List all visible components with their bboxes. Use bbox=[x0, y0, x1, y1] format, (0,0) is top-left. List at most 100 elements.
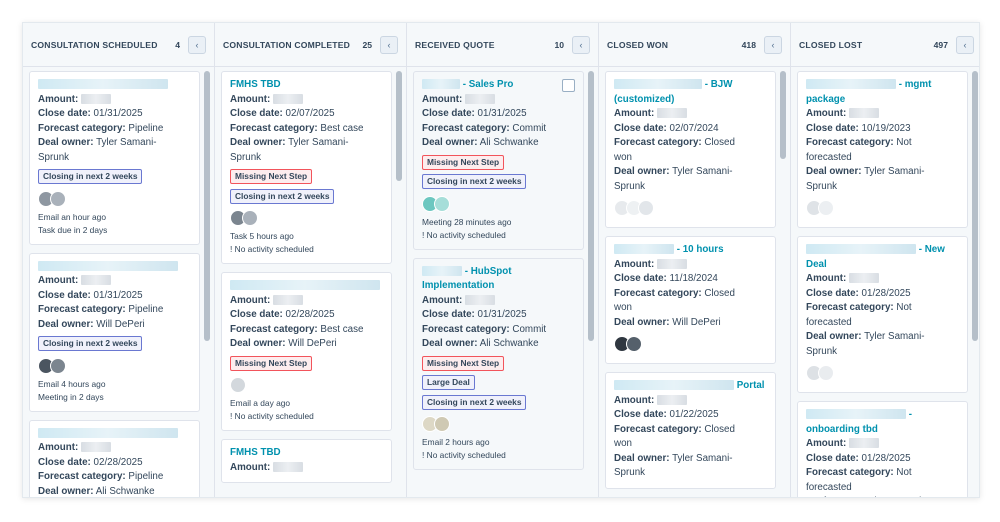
avatar[interactable] bbox=[626, 336, 642, 352]
avatar[interactable] bbox=[50, 357, 66, 374]
deal-name-link[interactable]: - 10 hours bbox=[614, 243, 768, 258]
deal-owner-value: Ali Schwanke bbox=[479, 137, 539, 148]
deal-name-text[interactable]: - Sales Pro bbox=[463, 79, 514, 90]
deal-owner: Deal owner: Ali Schwanke bbox=[422, 337, 576, 352]
collapse-column-button[interactable]: ‹ bbox=[188, 35, 206, 54]
deal-card[interactable]: - 10 hours Amount: Close date: 11/18/2024… bbox=[605, 236, 776, 364]
deal-name-link[interactable]: Portal bbox=[614, 379, 768, 394]
deal-name-text[interactable]: Portal bbox=[737, 380, 765, 391]
deal-owner-value: Sprunk bbox=[614, 467, 646, 478]
forecast-category-label: Forecast category: bbox=[230, 323, 318, 335]
forecast-category-label: Forecast category: bbox=[422, 122, 510, 134]
associated-contacts bbox=[422, 416, 576, 432]
close-date-row: Close date: 01/31/2025 bbox=[38, 289, 192, 304]
avatar[interactable] bbox=[434, 195, 450, 212]
deal-name-link[interactable]: - Sales Pro bbox=[422, 78, 576, 93]
deal-card[interactable]: Amount: Close date: 01/31/2025 Forecast c… bbox=[29, 71, 200, 245]
column-scrollbar[interactable] bbox=[780, 71, 786, 159]
pipeline-column: CONSULTATION COMPLETED 25 ‹ FMHS TBD Amount:… bbox=[215, 23, 407, 497]
redacted-text bbox=[422, 79, 460, 90]
deal-name-link[interactable] bbox=[38, 78, 192, 93]
column-scrollbar[interactable] bbox=[396, 71, 402, 181]
deal-name-link[interactable]: - onboarding tbd bbox=[806, 408, 960, 437]
activity-line: Task 5 hours ago bbox=[230, 231, 294, 241]
deal-card[interactable]: - New Deal Amount: Close date: 01/28/2025… bbox=[797, 236, 968, 393]
deal-name-link[interactable] bbox=[38, 427, 192, 442]
forecast-category-label: Forecast category: bbox=[614, 137, 702, 148]
deal-card[interactable]: FMHS TBD Amount: Close date: 02/07/2025 Fo… bbox=[221, 71, 392, 264]
deal-card[interactable]: Amount: Close date: 02/28/2025 Forecast c… bbox=[29, 419, 200, 497]
deal-card[interactable]: - Sales Pro Amount: Close date: 01/31/202… bbox=[413, 71, 584, 250]
close-date-row: Close date: 01/31/2025 bbox=[422, 308, 576, 323]
amount-row: Amount: bbox=[230, 294, 384, 309]
deal-owner-value: Tyler Samani- bbox=[864, 331, 925, 342]
deal-owner-label: Deal owner: bbox=[614, 452, 670, 464]
close-date-value: 01/22/2025 bbox=[669, 409, 719, 420]
deal-name-link[interactable] bbox=[38, 260, 192, 275]
deal-card[interactable]: - BJW (customized) Amount: Close date: 02… bbox=[605, 71, 776, 228]
deal-name-link[interactable]: - mgmt package bbox=[806, 78, 960, 107]
deal-name-text[interactable]: - 10 hours bbox=[677, 244, 724, 255]
deal-name-text[interactable]: FMHS TBD bbox=[230, 79, 281, 90]
select-deal-checkbox[interactable] bbox=[562, 79, 575, 92]
avatar[interactable] bbox=[818, 200, 834, 216]
forecast-category-value: won bbox=[614, 302, 632, 313]
forecast-category-label: Forecast category: bbox=[806, 467, 894, 478]
avatar[interactable] bbox=[434, 416, 450, 432]
deal-tag: Closing in next 2 weeks bbox=[38, 336, 143, 351]
avatar[interactable] bbox=[50, 190, 66, 207]
deal-name-link[interactable]: FMHS TBD bbox=[230, 78, 384, 93]
collapse-column-button[interactable]: ‹ bbox=[380, 35, 398, 54]
redacted-text bbox=[614, 244, 674, 255]
avatar[interactable] bbox=[638, 200, 654, 216]
collapse-column-button[interactable]: ‹ bbox=[764, 35, 782, 54]
deal-owner-value: Sprunk bbox=[38, 151, 70, 163]
collapse-column-button[interactable]: ‹ bbox=[956, 35, 974, 54]
deal-name-text[interactable]: FMHS TBD bbox=[230, 447, 281, 458]
deal-owner-value: Tyler Samani- bbox=[288, 137, 349, 148]
avatar[interactable] bbox=[230, 377, 246, 393]
forecast-category-label: Forecast category: bbox=[38, 471, 126, 482]
amount-row: Amount: bbox=[614, 258, 768, 273]
deal-name-link[interactable]: - New Deal bbox=[806, 243, 960, 272]
deal-card[interactable]: - onboarding tbd Amount: Close date: 01/2… bbox=[797, 401, 968, 497]
column-scrollbar[interactable] bbox=[204, 71, 210, 341]
column-scrollbar[interactable] bbox=[972, 71, 978, 341]
close-date-value: 01/31/2025 bbox=[477, 309, 527, 320]
deal-card[interactable]: - HubSpot Implementation Amount: Close da… bbox=[413, 257, 584, 470]
deal-name-link[interactable]: FMHS TBD bbox=[230, 446, 384, 461]
deal-owner-value: Sprunk bbox=[806, 345, 838, 357]
deal-card[interactable]: Amount: Close date: 02/28/2025 Forecast c… bbox=[221, 272, 392, 431]
deal-card[interactable]: - mgmt package Amount: Close date: 10/19/… bbox=[797, 71, 968, 228]
column-cards: FMHS TBD Amount: Close date: 02/07/2025 Fo… bbox=[221, 71, 392, 497]
deal-card[interactable]: Amount: Close date: 01/31/2025 Forecast c… bbox=[29, 252, 200, 412]
redacted-text bbox=[849, 273, 879, 284]
deal-owner-value: Ali Schwanke bbox=[95, 485, 155, 497]
deal-name-link[interactable] bbox=[230, 279, 384, 294]
column-header: CONSULTATION COMPLETED 25 ‹ bbox=[215, 23, 406, 67]
deal-name-link[interactable]: - BJW (customized) bbox=[614, 78, 768, 107]
deal-owner-value: Will DePeri bbox=[96, 318, 145, 330]
close-date-label: Close date: bbox=[422, 108, 475, 119]
collapse-column-button[interactable]: ‹ bbox=[572, 35, 590, 54]
avatar[interactable] bbox=[818, 365, 834, 381]
deal-card[interactable]: FMHS TBD Amount: bbox=[221, 439, 392, 483]
forecast-category-value: Closed bbox=[704, 287, 735, 299]
close-date-label: Close date: bbox=[38, 456, 91, 468]
column-count: 25 bbox=[362, 39, 372, 50]
deal-name-link[interactable]: - HubSpot Implementation bbox=[422, 265, 576, 294]
deal-card[interactable]: Portal Amount: Close date: 01/22/2025 Fore… bbox=[605, 372, 776, 489]
deal-owner-value: Sprunk bbox=[806, 180, 838, 192]
deal-owner-value: Sprunk bbox=[614, 180, 646, 192]
deal-owner: Deal owner: Tyler Samani- Sprunk bbox=[806, 330, 960, 359]
activity-line: Email an hour ago bbox=[38, 211, 106, 222]
redacted-text bbox=[657, 258, 687, 269]
amount-label: Amount: bbox=[230, 93, 271, 105]
column-scrollbar[interactable] bbox=[588, 71, 594, 341]
close-date-label: Close date: bbox=[806, 122, 859, 134]
chevron-left-icon: ‹ bbox=[963, 39, 967, 50]
amount-label: Amount: bbox=[38, 93, 79, 105]
deal-owner: Deal owner: Ali Schwanke bbox=[422, 136, 576, 151]
avatar[interactable] bbox=[242, 210, 258, 226]
column-cards: - Sales Pro Amount: Close date: 01/31/202… bbox=[413, 71, 584, 497]
